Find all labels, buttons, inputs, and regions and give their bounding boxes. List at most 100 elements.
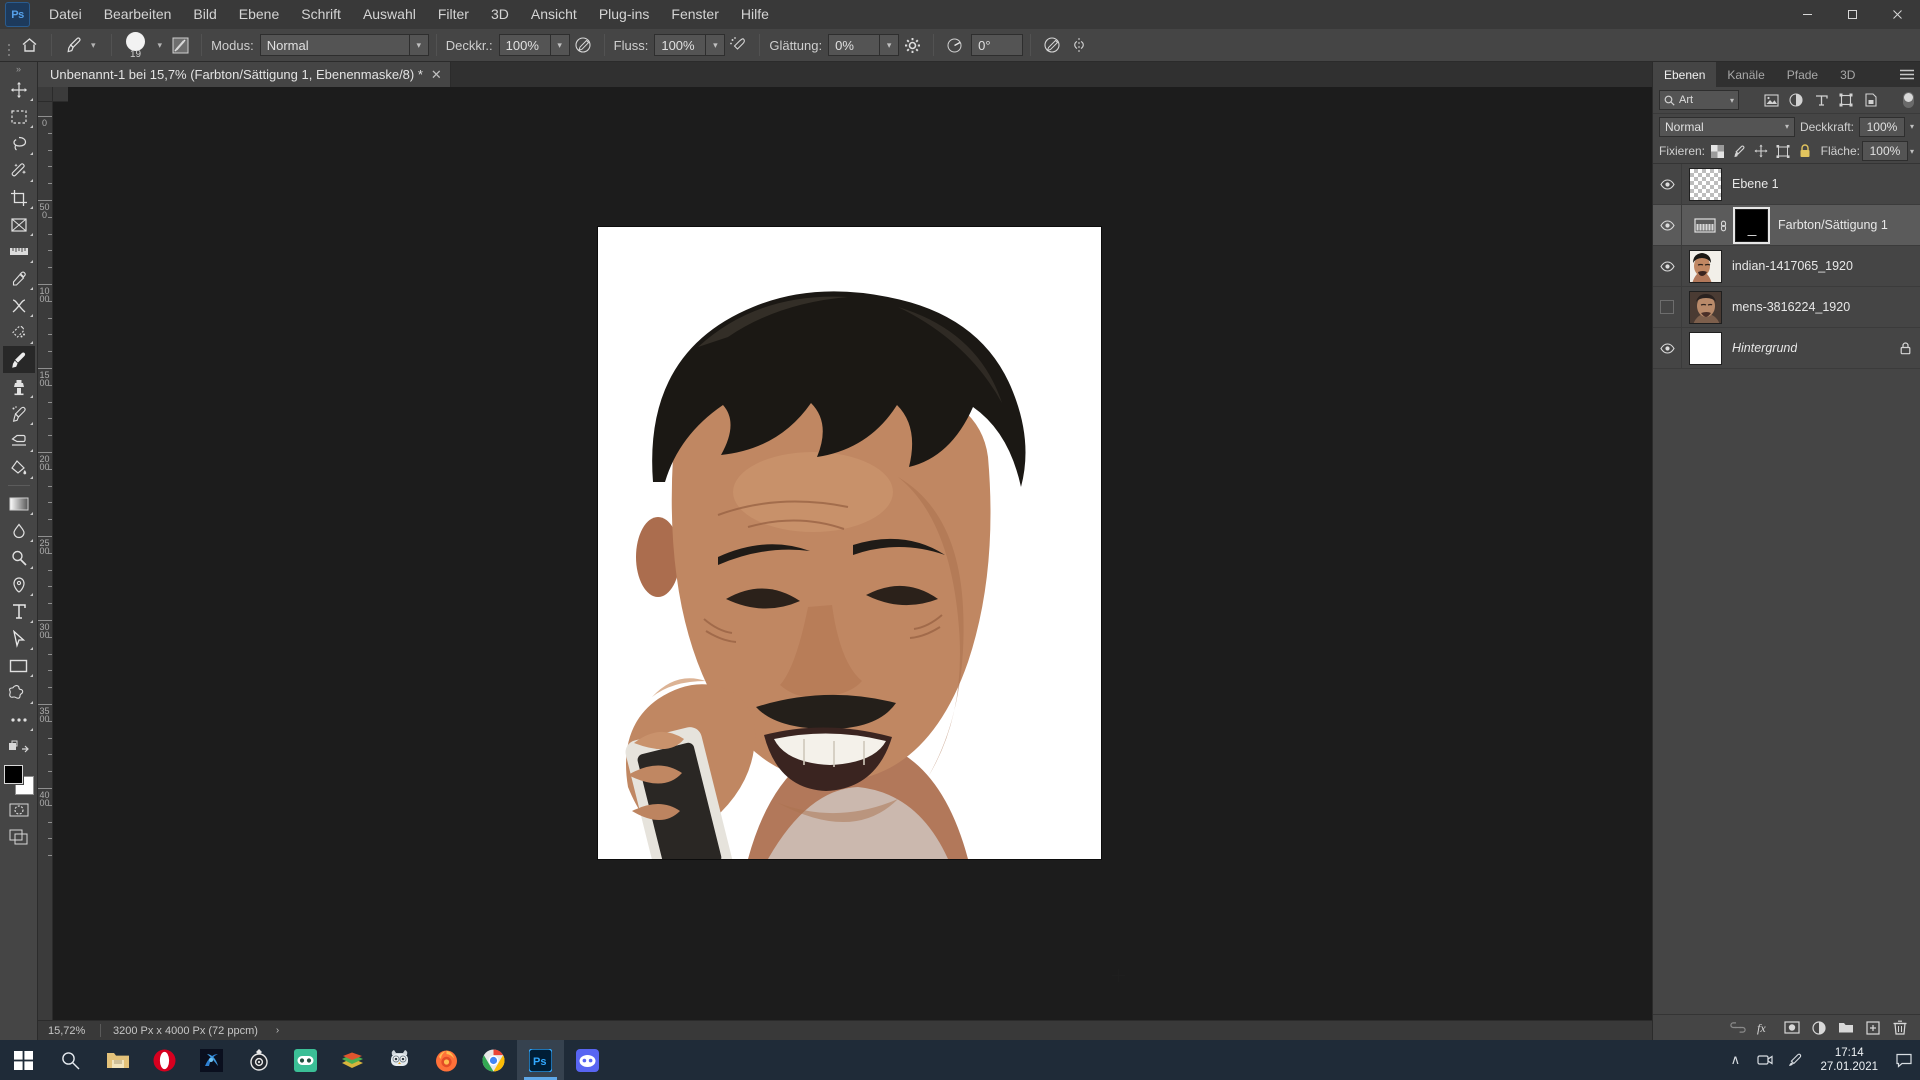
- gear-icon[interactable]: [899, 32, 926, 58]
- foreground-color-swatch[interactable]: [2, 764, 24, 785]
- layer-thumbnail[interactable]: [1689, 290, 1722, 324]
- healing-brush-tool[interactable]: [3, 292, 35, 319]
- close-icon[interactable]: ✕: [431, 68, 442, 81]
- search-button[interactable]: [47, 1040, 94, 1080]
- table-row[interactable]: Ebene 1: [1653, 164, 1920, 205]
- type-tool[interactable]: [3, 598, 35, 625]
- blur-tool[interactable]: [3, 517, 35, 544]
- crop-tool[interactable]: [3, 184, 35, 211]
- menu-bearbeiten[interactable]: Bearbeiten: [93, 0, 183, 29]
- link-mask-icon[interactable]: [1718, 218, 1729, 232]
- layer-mask-thumbnail[interactable]: [1733, 206, 1770, 244]
- tab-ebenen[interactable]: Ebenen: [1653, 62, 1717, 87]
- filter-type-select[interactable]: Art ▾: [1659, 90, 1739, 110]
- canvas-image[interactable]: [598, 227, 1101, 859]
- history-brush-tool[interactable]: [3, 400, 35, 427]
- menu-ansicht[interactable]: Ansicht: [520, 0, 588, 29]
- minimize-button[interactable]: [1785, 0, 1830, 29]
- menu-datei[interactable]: Datei: [38, 0, 93, 29]
- smoothing-chevron-icon[interactable]: ▾: [880, 34, 900, 56]
- layer-visibility-toggle[interactable]: [1653, 328, 1682, 368]
- tool-preset-chevron-icon[interactable]: ▾: [86, 40, 101, 51]
- screen-mode-icon[interactable]: [3, 823, 35, 850]
- file-explorer[interactable]: [94, 1040, 141, 1080]
- layer-blend-mode-select[interactable]: Normal ▾: [1659, 116, 1795, 137]
- pressure-size-icon[interactable]: [1038, 32, 1065, 58]
- document-tab[interactable]: Unbenannt-1 bei 15,7% (Farbton/Sättigung…: [38, 62, 451, 87]
- menu-fenster[interactable]: Fenster: [660, 0, 729, 29]
- panel-menu-icon[interactable]: [1900, 62, 1914, 87]
- chrome-browser[interactable]: [470, 1040, 517, 1080]
- menu-bild[interactable]: Bild: [182, 0, 227, 29]
- photoshop-app[interactable]: Ps: [517, 1040, 564, 1080]
- layer-visibility-toggle[interactable]: [1653, 164, 1682, 204]
- toolbar-grip[interactable]: »: [12, 64, 26, 74]
- opacity-chevron-icon[interactable]: ▾: [550, 34, 570, 56]
- opera-browser[interactable]: [141, 1040, 188, 1080]
- more-tools-icon[interactable]: [3, 706, 35, 733]
- custom-shape-tool[interactable]: [3, 679, 35, 706]
- tray-chevron-icon[interactable]: ∧: [1720, 1040, 1750, 1080]
- books-app[interactable]: [329, 1040, 376, 1080]
- menu-auswahl[interactable]: Auswahl: [352, 0, 427, 29]
- horizontal-ruler[interactable]: 3500300025002000150010005000500100015002…: [53, 87, 68, 102]
- quick-mask-icon[interactable]: [3, 796, 35, 823]
- color-swatches[interactable]: [2, 764, 35, 796]
- flow-chevron-icon[interactable]: ▾: [706, 34, 726, 56]
- magic-wand-tool[interactable]: [3, 157, 35, 184]
- lock-transparent-icon[interactable]: [1707, 141, 1727, 161]
- table-row[interactable]: mens-3816224_1920: [1653, 287, 1920, 328]
- camera-icon[interactable]: [1750, 1040, 1780, 1080]
- menu-ebene[interactable]: Ebene: [228, 0, 290, 29]
- adjustment-filter-icon[interactable]: [1784, 89, 1808, 111]
- home-icon[interactable]: [14, 33, 44, 58]
- layer-visibility-toggle[interactable]: [1653, 246, 1682, 286]
- edit-toolbar-icon[interactable]: [3, 733, 35, 760]
- symmetry-icon[interactable]: [1065, 32, 1092, 58]
- eraser-tool[interactable]: [3, 427, 35, 454]
- layer-visibility-toggle[interactable]: [1653, 287, 1682, 327]
- tab-kanaele[interactable]: Kanäle: [1716, 62, 1775, 87]
- lock-image-icon[interactable]: [1729, 141, 1749, 161]
- discord-app[interactable]: [564, 1040, 611, 1080]
- start-button[interactable]: [0, 1040, 47, 1080]
- options-bar-grip[interactable]: [3, 33, 14, 57]
- pixel-filter-icon[interactable]: [1759, 89, 1783, 111]
- notification-icon[interactable]: [1888, 1040, 1920, 1080]
- tab-pfade[interactable]: Pfade: [1776, 62, 1829, 87]
- green-chat-app[interactable]: [282, 1040, 329, 1080]
- pen-tool[interactable]: [3, 571, 35, 598]
- flow-value[interactable]: 100%: [654, 34, 707, 56]
- smart-object-filter-icon[interactable]: [1859, 89, 1883, 111]
- fx-icon[interactable]: fx: [1753, 1017, 1777, 1039]
- blue-app[interactable]: [188, 1040, 235, 1080]
- gradient-tool[interactable]: [3, 490, 35, 517]
- new-adjustment-icon[interactable]: [1807, 1017, 1831, 1039]
- smoothing-value[interactable]: 0%: [828, 34, 881, 56]
- ruler-tool[interactable]: [3, 238, 35, 265]
- pen-icon[interactable]: [1780, 1040, 1810, 1080]
- frame-tool[interactable]: [3, 211, 35, 238]
- compass-app[interactable]: [235, 1040, 282, 1080]
- maximize-button[interactable]: [1830, 0, 1875, 29]
- menu-filter[interactable]: Filter: [427, 0, 480, 29]
- flow-combo[interactable]: 100% ▾: [654, 34, 726, 56]
- taskbar-clock[interactable]: 17:14 27.01.2021: [1810, 1046, 1888, 1074]
- move-tool[interactable]: [3, 76, 35, 103]
- lock-position-icon[interactable]: [1751, 141, 1771, 161]
- paint-bucket-tool[interactable]: [3, 454, 35, 481]
- menu-schrift[interactable]: Schrift: [290, 0, 352, 29]
- layer-thumbnail[interactable]: [1689, 331, 1722, 365]
- clone-stamp-tool[interactable]: [3, 373, 35, 400]
- new-group-icon[interactable]: [1834, 1017, 1858, 1039]
- blend-mode-combo[interactable]: Normal ▾: [259, 34, 429, 56]
- canvas-viewport[interactable]: [53, 102, 1652, 1020]
- lasso-tool[interactable]: [3, 130, 35, 157]
- shape-filter-icon[interactable]: [1834, 89, 1858, 111]
- angle-value[interactable]: 0°: [971, 34, 1024, 56]
- layer-thumbnail[interactable]: [1689, 167, 1722, 201]
- dodge-tool[interactable]: [3, 544, 35, 571]
- tab-3d[interactable]: 3D: [1829, 62, 1866, 87]
- rectangle-tool[interactable]: [3, 652, 35, 679]
- menu-hilfe[interactable]: Hilfe: [730, 0, 780, 29]
